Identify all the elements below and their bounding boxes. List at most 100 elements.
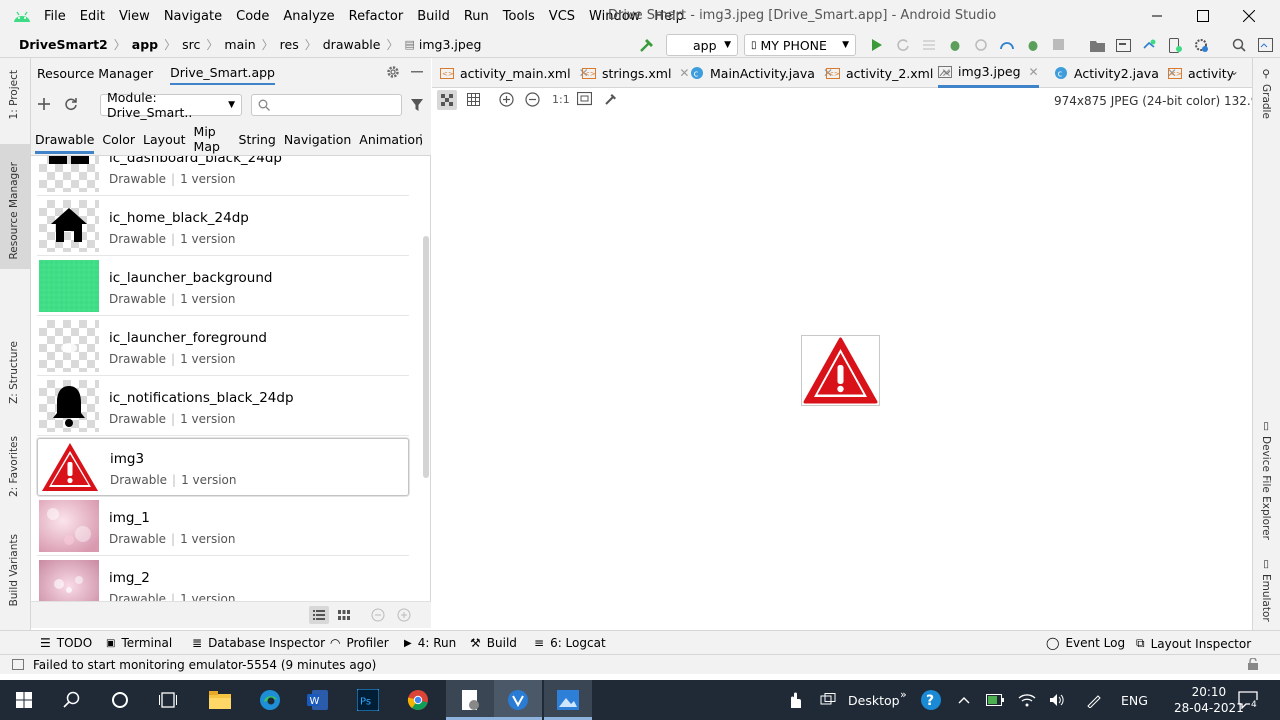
apply-code-icon[interactable]: [916, 36, 942, 54]
debug-icon[interactable]: [942, 36, 968, 54]
refresh-icon[interactable]: [64, 97, 78, 111]
editor-tab-strings-xml[interactable]: <> strings.xml ✕: [582, 58, 689, 88]
editor-tab-img3-jpeg[interactable]: img3.jpeg ✕: [938, 58, 1039, 88]
resource-item-ic-dashboard-black-24dp[interactable]: ic_dashboard_black_24dp Drawable | 1 versio…: [37, 156, 409, 196]
menu-vcs[interactable]: VCS: [549, 9, 575, 24]
resource-item-ic-launcher-background[interactable]: ic_launcher_background Drawable | 1 version: [37, 258, 409, 316]
project-structure-icon[interactable]: [1084, 36, 1110, 54]
language-indicator[interactable]: ENG: [1121, 680, 1148, 720]
build-tab[interactable]: ⚒ Build: [470, 636, 517, 650]
project-tool-tab[interactable]: 1: Project: [8, 70, 20, 119]
editor-tab-activity-2-xml[interactable]: <> activity_2.xml ✕: [826, 58, 951, 88]
tab-color[interactable]: Color: [102, 126, 135, 154]
tab-layout[interactable]: Layout: [143, 126, 186, 154]
zoom-out-icon[interactable]: [525, 92, 540, 107]
minimize-panel-icon[interactable]: [411, 71, 423, 73]
settings-sync-icon[interactable]: [1252, 36, 1278, 54]
tab-string[interactable]: String: [239, 126, 276, 154]
notepad-icon[interactable]: [446, 680, 494, 720]
grid-view-icon[interactable]: [338, 610, 350, 620]
file-explorer-icon[interactable]: [196, 680, 244, 720]
logcat-tab[interactable]: ≡ 6: Logcat: [534, 636, 606, 650]
list-view-icon[interactable]: [309, 606, 329, 624]
zoom-in-icon[interactable]: [499, 92, 514, 107]
word-icon[interactable]: W: [294, 680, 342, 720]
resource-item-ic-launcher-foreground[interactable]: ic_launcher_foreground Drawable | 1 version: [37, 318, 409, 376]
menu-view[interactable]: View: [119, 9, 150, 24]
tab-drawable[interactable]: Drawable: [35, 126, 95, 154]
favorites-tool-tab[interactable]: 2: Favorites: [8, 436, 20, 497]
pen-icon[interactable]: [1086, 680, 1102, 720]
volume-icon[interactable]: [1049, 680, 1065, 720]
breadcrumb-item[interactable]: drawable: [323, 37, 381, 52]
todo-tab[interactable]: ☰ TODO: [40, 636, 92, 650]
minimize-button[interactable]: [1134, 0, 1180, 32]
zoom-out-icon[interactable]: [371, 608, 385, 622]
battery-icon[interactable]: [986, 680, 1004, 720]
close-icon[interactable]: ✕: [679, 66, 689, 80]
profile-icon[interactable]: [994, 36, 1020, 54]
make-project-icon[interactable]: [638, 36, 656, 54]
tab-mip-map[interactable]: Mip Map: [194, 118, 231, 161]
menu-analyze[interactable]: Analyze: [283, 9, 334, 24]
breadcrumb-item[interactable]: app: [132, 37, 158, 52]
more-options-icon[interactable]: ⋮: [414, 133, 428, 147]
desktop-label[interactable]: Desktop: [848, 680, 900, 720]
database-inspector-tab[interactable]: ≣ Database Inspector: [192, 636, 325, 650]
chrome-icon[interactable]: [394, 680, 442, 720]
notifications-icon[interactable]: 4: [1238, 680, 1258, 720]
menu-tools[interactable]: Tools: [503, 9, 535, 24]
help-icon[interactable]: ?: [920, 680, 942, 720]
menu-navigate[interactable]: Navigate: [164, 9, 222, 24]
menu-build[interactable]: Build: [417, 9, 450, 24]
editor-tab-activity[interactable]: <> activity: [1168, 58, 1234, 88]
debug-attach-icon[interactable]: [1020, 36, 1046, 54]
desktop-toggle-icon[interactable]: [820, 680, 836, 720]
profiler-tab[interactable]: ◠ Profiler: [330, 636, 389, 650]
search-icon[interactable]: [48, 680, 96, 720]
sync-gradle-icon[interactable]: [1136, 36, 1162, 54]
actual-size-button[interactable]: 1:1: [552, 93, 570, 106]
color-picker-icon[interactable]: [604, 92, 618, 106]
run-tab[interactable]: ▶ 4: Run: [404, 636, 456, 650]
menu-file[interactable]: File: [44, 9, 66, 24]
menu-code[interactable]: Code: [236, 9, 269, 24]
resource-item-img-1[interactable]: img_1 Drawable | 1 version: [37, 498, 409, 556]
breadcrumb-item[interactable]: src: [182, 37, 200, 52]
close-window-button[interactable]: [1226, 0, 1272, 32]
chevron-down-icon[interactable]: ⌄: [1229, 64, 1239, 78]
close-icon[interactable]: ✕: [1029, 65, 1039, 79]
cortana-icon[interactable]: [96, 680, 144, 720]
terminal-tab[interactable]: ▣ Terminal: [106, 636, 172, 650]
module-select[interactable]: Module: Drive_Smart.. ▼: [100, 90, 242, 120]
grid-toggle-icon[interactable]: [467, 93, 480, 106]
breadcrumb-item[interactable]: DriveSmart2: [19, 37, 108, 52]
stop-icon[interactable]: [1046, 36, 1072, 54]
build-variants-tool-tab[interactable]: Build Variants: [8, 534, 20, 606]
photoshop-icon[interactable]: Ps: [344, 680, 392, 720]
chevron-up-icon[interactable]: [958, 680, 970, 720]
breadcrumb-item[interactable]: img3.jpeg: [419, 37, 482, 52]
editor-tab-activity-main-xml[interactable]: <> activity_main.xml ✕: [440, 58, 589, 88]
run-config-select[interactable]: app ▼: [666, 34, 738, 56]
android-studio-taskbar-icon[interactable]: [494, 680, 542, 720]
search-everywhere-icon[interactable]: [1226, 36, 1252, 54]
apply-changes-icon[interactable]: [890, 36, 916, 54]
resource-item-ic-notifications-black-24dp[interactable]: ic_notifications_black_24dp Drawable | 1 ve…: [37, 378, 409, 436]
lock-icon[interactable]: [1248, 658, 1258, 670]
list-scrollbar[interactable]: [423, 236, 429, 478]
emulator-tool-tab[interactable]: ▯Emulator: [1260, 558, 1272, 622]
avd-manager-icon[interactable]: [1162, 36, 1188, 54]
add-icon[interactable]: [38, 98, 50, 110]
attach-debugger-icon[interactable]: [968, 36, 994, 54]
gradle-tool-tab[interactable]: ⚲Gradle: [1260, 68, 1272, 119]
chevron-right-icon[interactable]: »: [900, 674, 907, 714]
resource-manager-tool-tab[interactable]: Resource Manager: [8, 162, 20, 260]
clock[interactable]: 20:10 28-04-2021: [1174, 680, 1244, 720]
sdk-manager-icon[interactable]: [1110, 36, 1136, 54]
task-view-icon[interactable]: [144, 680, 192, 720]
tab-navigation[interactable]: Navigation: [284, 126, 351, 154]
sdk-icon[interactable]: [1188, 36, 1214, 54]
resource-item-img-2[interactable]: img_2 Drawable | 1 version: [37, 558, 409, 601]
filter-icon[interactable]: [411, 99, 423, 111]
